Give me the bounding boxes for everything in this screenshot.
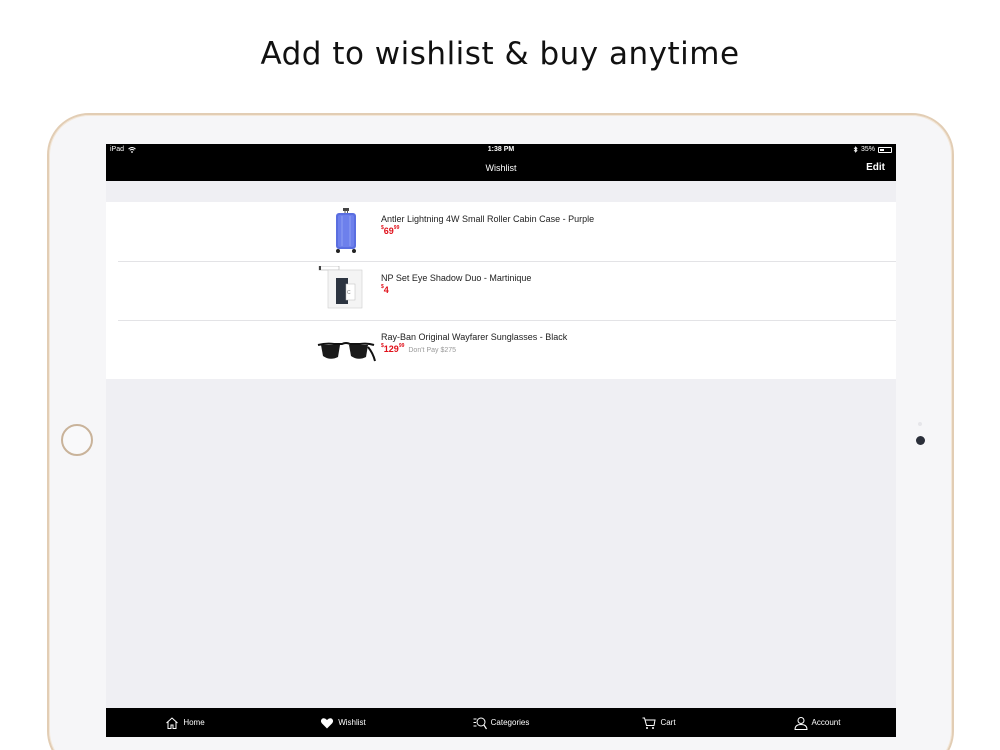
wishlist-item[interactable]: Ray-Ban Original Wayfarer Sunglasses - B… [106,320,896,379]
item-name[interactable]: NP Set Eye Shadow Duo - Martinique [381,273,531,283]
heart-icon [321,717,334,728]
tab-account[interactable]: Account [738,708,896,737]
cabin-case-image [336,208,356,253]
edit-button[interactable]: Edit [866,162,885,173]
price-cents: 99 [393,225,400,231]
tab-label: Cart [660,718,676,727]
page-title: Wishlist [485,163,517,173]
item-name[interactable]: Ray-Ban Original Wayfarer Sunglasses - B… [381,332,567,342]
list-search-icon [473,717,487,729]
front-sensor [918,422,922,426]
item-price: $6999 [381,225,400,236]
price-cents: 99 [398,343,405,349]
price-currency: $ [381,284,384,290]
promo-headline: Add to wishlist & buy anytime [260,36,740,72]
tab-label: Account [811,718,841,727]
tab-label: Categories [490,718,530,727]
price-currency: $ [381,343,384,349]
cart-icon [642,717,657,729]
home-hardware-button[interactable] [61,424,93,456]
eye-shadow-image: C [318,266,363,309]
price-currency: $ [381,225,384,231]
price-main: 69 [383,226,394,236]
price-main: 4 [383,285,389,295]
wishlist-item[interactable]: C NP Set Eye Shadow Duo - Martinique $4 [106,261,896,320]
item-price: $4 [381,284,389,295]
item-name[interactable]: Antler Lightning 4W Small Roller Cabin C… [381,214,594,224]
battery-percent: 35% [860,146,875,153]
house-icon [166,716,179,729]
front-camera [916,436,925,445]
wishlist-item[interactable]: Antler Lightning 4W Small Roller Cabin C… [106,202,896,261]
bluetooth-icon [853,146,858,153]
person-icon [794,716,808,730]
status-time: 1:38 PM [487,146,515,153]
was-price: Don't Pay $275 [408,347,457,354]
sunglasses-image [317,342,376,362]
tab-categories[interactable]: Categories [422,708,580,737]
page: Add to wishlist & buy anytime iPad 1:38 … [0,0,1000,750]
svg-text:C: C [347,290,351,296]
battery-icon [878,146,892,153]
tab-home[interactable]: Home [106,708,264,737]
wishlist-list: Antler Lightning 4W Small Roller Cabin C… [106,202,896,379]
tab-label: Home [183,718,205,727]
item-price: $12999Don't Pay $275 [381,343,457,354]
tab-bar: Home Wishlist Categories Cart Account [106,708,896,737]
price-main: 129 [383,344,399,354]
tab-wishlist[interactable]: Wishlist [264,708,422,737]
tab-label: Wishlist [338,718,366,727]
tab-cart[interactable]: Cart [580,708,738,737]
status-bar: iPad 1:38 PM 35% [106,144,896,156]
app-screen: iPad 1:38 PM 35% Wishlist Edit Antler Li… [106,144,896,737]
nav-bar: Wishlist Edit [106,156,896,181]
